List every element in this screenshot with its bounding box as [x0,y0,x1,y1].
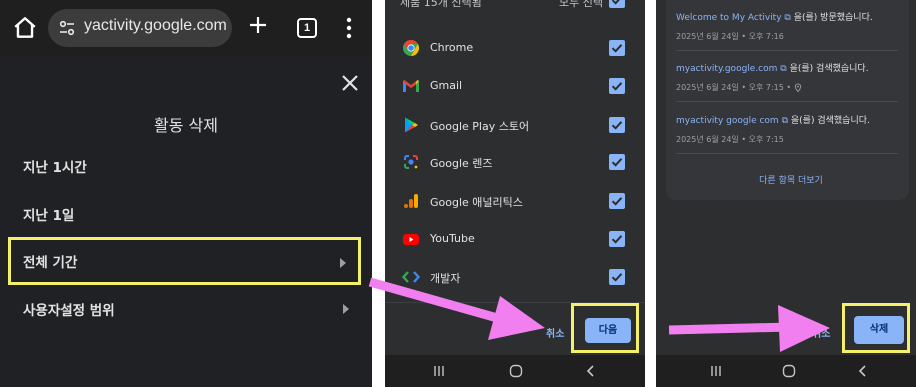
activity-link[interactable]: Welcome to My Activity [676,13,782,23]
delete-confirm-screen: Welcome to My Activity ⧉ 을(를) 방문했습니다. 20… [656,0,916,387]
product-row-gmail[interactable]: Gmail [385,71,645,101]
home-icon[interactable] [12,15,38,41]
select-all-label[interactable]: 모두 선택 [559,0,603,10]
product-name: YouTube [430,232,475,245]
home-nav-icon[interactable] [782,364,796,378]
delete-button[interactable]: 삭제 [854,316,904,344]
activity-entry: myactivity google com ⧉ 을(를) 검색했습니다. 202… [676,113,912,145]
more-options-icon[interactable] [345,16,353,40]
dialog-title: 활동 삭제 [154,116,218,135]
location-pin-icon [794,83,801,93]
google-play-icon [405,117,418,133]
home-nav-icon[interactable] [509,364,523,378]
selected-count: 제품 15개 선택됨 [400,0,482,9]
activity-action: 을(를) 방문했습니다. [793,13,873,23]
open-external-icon: ⧉ [780,64,787,74]
gmail-icon [403,80,419,92]
product-row-google-play[interactable]: Google Play 스토어 [385,110,645,140]
option-all-time[interactable]: 전체 기간 [8,237,361,285]
chevron-right-icon [343,304,349,314]
cancel-button[interactable]: 취소 [812,325,830,340]
address-bar[interactable]: yactivity.google.com [48,9,232,47]
product-checkbox[interactable] [609,78,625,94]
product-checkbox[interactable] [609,154,625,170]
divider [676,153,898,154]
android-nav-bar [656,355,916,387]
new-tab-icon[interactable] [246,13,270,37]
activity-entry: myactivity.google.com ⧉ 을(를) 검색했습니다. 202… [676,61,912,93]
product-row-developer[interactable]: 개발자 [385,262,645,292]
option-label: 지난 1일 [23,208,75,224]
browser-toolbar: yactivity.google.com 1 [0,0,372,57]
youtube-icon [403,234,419,245]
google-analytics-icon [404,194,418,208]
back-nav-icon[interactable] [857,364,869,378]
activity-date: 2025년 6월 24일 • 오후 7:15 • [676,83,792,92]
open-external-icon: ⧉ [784,13,791,23]
close-icon[interactable] [339,72,361,94]
product-select-screen: 제품 15개 선택됨 모두 선택 Chrome Gmail Google Pla… [385,0,645,387]
option-label: 전체 기간 [23,255,78,271]
activity-date: 2025년 6월 24일 • 오후 7:16 [676,32,784,41]
activity-entry: Welcome to My Activity ⧉ 을(를) 방문했습니다. 20… [676,10,912,42]
product-name: Google Play 스토어 [430,120,530,133]
option-last-hour[interactable]: 지난 1시간 [8,143,361,189]
product-name: Gmail [430,79,463,92]
activity-action: 을(를) 검색했습니다. [789,64,869,74]
url-text[interactable]: yactivity.google.com [84,17,227,35]
product-name: 개발자 [430,272,461,285]
open-external-icon: ⧉ [781,116,788,126]
option-last-day[interactable]: 지난 1일 [8,191,361,237]
chevron-right-icon [340,258,346,268]
next-button[interactable]: 다음 [585,318,631,343]
product-checkbox[interactable] [609,231,625,247]
activity-action: 을(를) 검색했습니다. [790,116,870,126]
product-row-google-analytics[interactable]: Google 애널리틱스 [385,186,645,216]
product-name: Google 렌즈 [430,157,493,170]
select-all-checkbox[interactable] [609,0,625,8]
show-more-button[interactable]: 다른 항목 더보기 [656,173,916,186]
recent-apps-icon[interactable] [709,365,723,377]
product-row-chrome[interactable]: Chrome [385,33,645,63]
divider [676,50,898,51]
tab-switcher-button[interactable]: 1 [297,18,317,38]
product-row-youtube[interactable]: YouTube [385,224,645,254]
option-custom-range[interactable]: 사용자설정 범위 [8,286,361,332]
chrome-icon [403,40,420,56]
developer-icon [402,271,420,283]
activity-link[interactable]: myactivity google com [676,116,779,126]
site-settings-icon[interactable] [58,19,76,37]
product-checkbox[interactable] [609,40,625,56]
google-lens-icon [404,155,418,169]
option-label: 지난 1시간 [23,160,87,176]
product-name: Chrome [430,41,474,54]
product-checkbox[interactable] [609,193,625,209]
back-nav-icon[interactable] [585,364,597,378]
activity-date: 2025년 6월 24일 • 오후 7:15 [676,135,784,144]
product-checkbox[interactable] [609,269,625,285]
product-checkbox[interactable] [609,117,625,133]
activity-delete-dialog-screen: yactivity.google.com 1 활동 삭제 지난 1시간 지난 1… [0,0,372,387]
option-label: 사용자설정 범위 [23,303,115,319]
product-row-google-lens[interactable]: Google 렌즈 [385,147,645,177]
activity-link[interactable]: myactivity.google.com [676,64,777,74]
selection-header: 제품 15개 선택됨 모두 선택 [385,0,645,14]
product-name: Google 애널리틱스 [430,196,523,209]
recent-apps-icon[interactable] [432,365,446,377]
android-nav-bar [385,355,645,387]
cancel-button[interactable]: 취소 [546,325,564,340]
divider [676,101,898,102]
